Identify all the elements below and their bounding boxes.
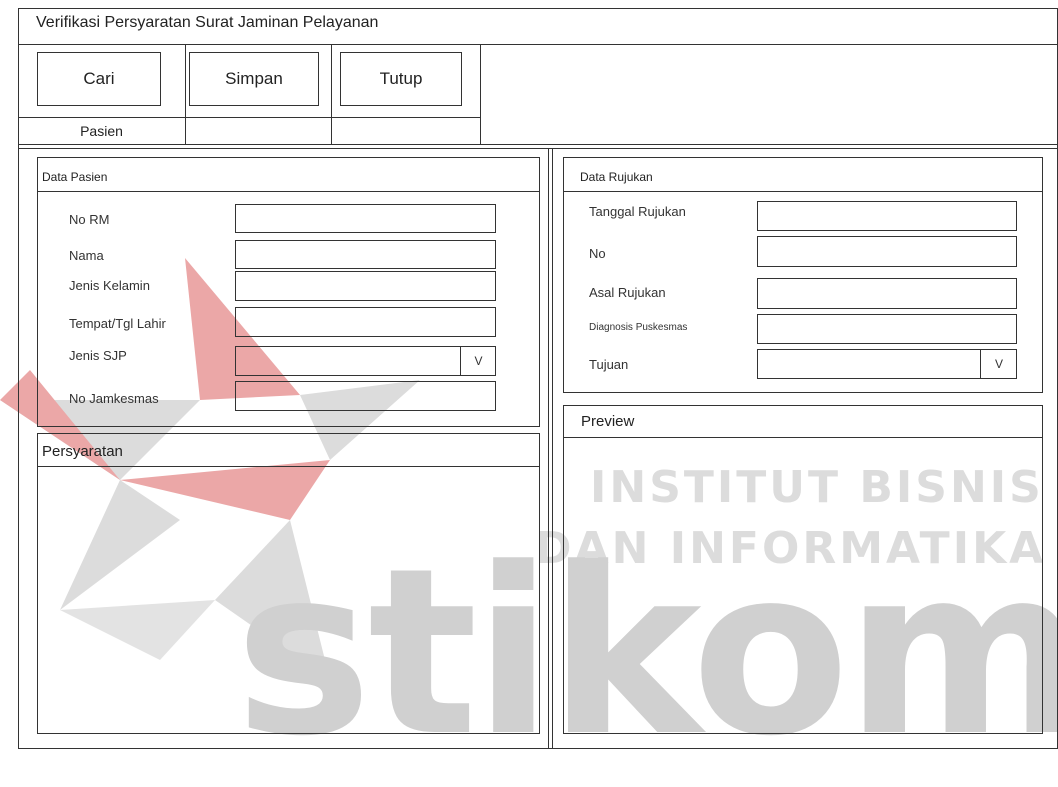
column-separator [548,148,549,749]
search-button[interactable]: Cari [37,52,161,106]
close-button[interactable]: Tutup [340,52,462,106]
persyaratan-title-divider [37,466,540,467]
nama-label: Nama [69,248,104,263]
tab-empty-1 [186,118,331,144]
nama-field[interactable] [235,240,496,269]
no-rm-label: No RM [69,212,110,227]
asal-rujukan-field[interactable] [757,278,1017,309]
jenis-kelamin-field[interactable] [235,271,496,301]
tab-empty-2 [332,118,480,144]
diagnosis-puskesmas-field[interactable] [757,314,1017,344]
data-pasien-title: Data Pasien [42,170,108,184]
data-rujukan-title-divider [563,191,1043,192]
asal-rujukan-label: Asal Rujukan [589,285,666,300]
no-rujukan-label: No [589,246,606,261]
diagnosis-puskesmas-label: Diagnosis Puskesmas [589,322,688,333]
tanggal-rujukan-field[interactable] [757,201,1017,231]
chevron-down-icon[interactable]: V [980,350,1017,378]
title-divider [18,44,1058,45]
tujuan-label: Tujuan [589,357,629,372]
tempat-tgl-lahir-field[interactable] [235,307,496,337]
preview-panel [563,405,1043,734]
tanggal-rujukan-label: Tanggal Rujukan [589,204,686,219]
jenis-sjp-dropdown[interactable]: V [235,346,496,376]
preview-title: Preview [581,413,635,430]
persyaratan-title: Persyaratan [42,443,123,460]
no-rm-field[interactable] [235,204,496,233]
tempat-tgl-lahir-label: Tempat/Tgl Lahir [69,316,166,331]
persyaratan-panel [37,433,540,734]
no-rujukan-field[interactable] [757,236,1017,267]
toolbar-separator [480,44,481,144]
chevron-down-icon[interactable]: V [460,347,496,375]
toolbar-bottom-rule-2 [18,148,1058,149]
save-button[interactable]: Simpan [189,52,319,106]
data-rujukan-title: Data Rujukan [580,170,653,184]
toolbar-bottom-rule [18,144,1058,145]
column-separator [552,148,553,749]
tujuan-dropdown[interactable]: V [757,349,1017,379]
tab-pasien[interactable]: Pasien [18,118,185,144]
no-jamkesmas-field[interactable] [235,381,496,411]
jenis-sjp-label: Jenis SJP [69,348,127,363]
preview-title-divider [563,437,1043,438]
form-window: Verifikasi Persyaratan Surat Jaminan Pel… [0,0,1058,749]
data-pasien-title-divider [37,191,540,192]
jenis-kelamin-label: Jenis Kelamin [69,278,150,293]
no-jamkesmas-label: No Jamkesmas [69,391,159,406]
window-title: Verifikasi Persyaratan Surat Jaminan Pel… [36,14,379,31]
